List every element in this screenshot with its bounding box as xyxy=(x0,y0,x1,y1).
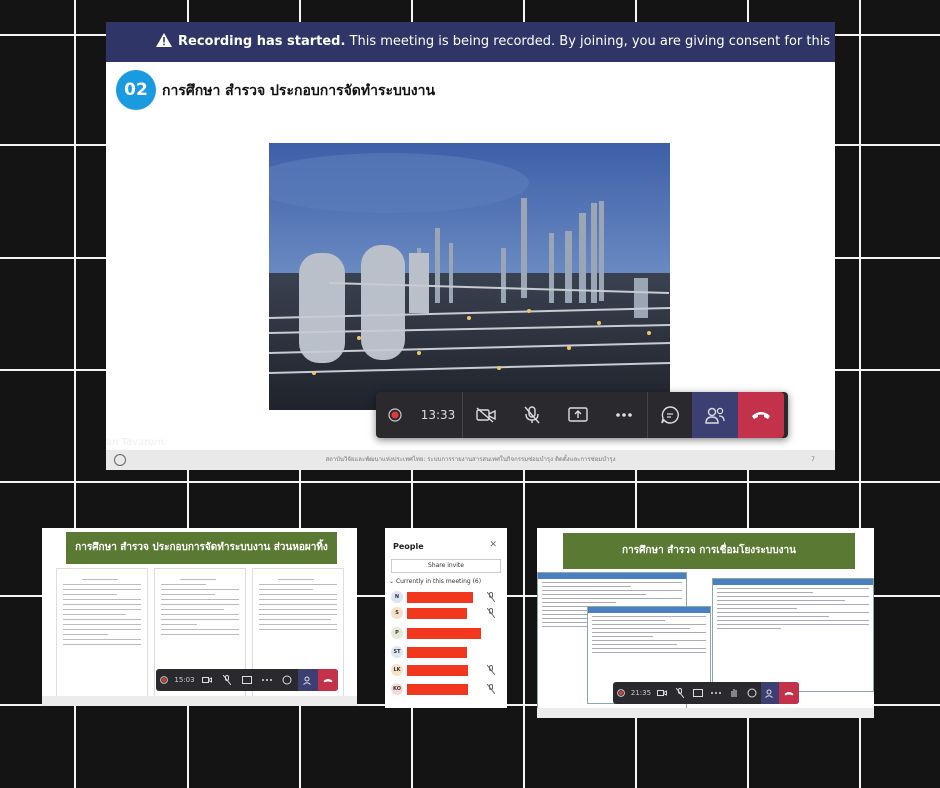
thumbnail-slide-title: การศึกษา สำรวจ การเชื่อมโยงระบบงาน xyxy=(563,533,855,569)
participant-row[interactable]: S xyxy=(391,607,501,621)
more-icon xyxy=(707,682,725,704)
thumbnail-slide-title: การศึกษา สำรวจ ประกอบการจัดทำระบบงาน ส่ว… xyxy=(66,532,337,564)
more-icon xyxy=(257,669,277,691)
avatar: N xyxy=(391,591,403,603)
camera-off-icon xyxy=(196,669,216,691)
slide-page-number: 7 xyxy=(811,456,815,463)
close-icon[interactable]: ✕ xyxy=(489,540,497,550)
avatar: P xyxy=(391,627,403,639)
shared-screen-thumbnail-right: การศึกษา สำรวจ การเชื่อมโยงระบบงาน 21:35 xyxy=(537,528,874,718)
people-panel-title: People xyxy=(393,542,424,551)
slide-footer-text: สถาบันวิจัยและพัฒนาแห่งประเทศไทย: ระบบกา… xyxy=(325,456,616,463)
share-screen-icon xyxy=(237,669,257,691)
record-icon[interactable] xyxy=(376,392,414,438)
participant-row[interactable]: ST xyxy=(391,646,501,660)
chat-icon[interactable] xyxy=(648,392,692,438)
share-invite-label: Share invite xyxy=(428,562,464,569)
slide-number-badge: 02 xyxy=(116,70,156,110)
redacted-name xyxy=(407,628,481,639)
slide-footer: สถาบันวิจัยและพัฒนาแห่งประเทศไทย: ระบบกา… xyxy=(106,450,835,470)
chat-icon xyxy=(277,669,297,691)
meeting-control-bar: 13:33 xyxy=(376,392,788,438)
hang-up-icon xyxy=(779,682,800,704)
chevron-down-icon: ⌄ xyxy=(389,578,396,585)
meeting-timer: 13:33 xyxy=(420,408,456,422)
mic-off-icon xyxy=(487,684,495,694)
record-icon xyxy=(156,669,173,691)
more-icon[interactable] xyxy=(601,392,647,438)
recording-banner-title: Recording has started. xyxy=(178,34,346,49)
thumbnail-footer xyxy=(537,708,874,718)
participant-row[interactable]: KO xyxy=(391,683,501,697)
redacted-name xyxy=(407,665,468,676)
refinery-photo xyxy=(269,143,670,410)
chat-icon xyxy=(743,682,761,704)
record-icon xyxy=(613,682,629,704)
participants-section-header[interactable]: ⌄ Currently in this meeting (6) xyxy=(389,578,481,585)
mic-off-icon xyxy=(487,608,495,618)
redacted-name xyxy=(407,608,467,619)
people-icon xyxy=(297,669,318,691)
thumbnail-footer xyxy=(42,696,357,706)
share-screen-icon[interactable] xyxy=(555,392,601,438)
avatar: ST xyxy=(391,646,403,658)
raise-hand-icon xyxy=(725,682,743,704)
participants-section-label: Currently in this meeting (6) xyxy=(395,578,482,585)
people-icon xyxy=(761,682,780,704)
document-page xyxy=(56,568,148,697)
shared-screen-thumbnail-left: การศึกษา สำรวจ ประกอบการจัดทำระบบงาน ส่ว… xyxy=(42,528,357,706)
redacted-name xyxy=(407,647,467,658)
share-screen-icon xyxy=(689,682,707,704)
avatar: KO xyxy=(391,683,403,695)
participant-name-label: an Tavarom xyxy=(106,437,165,448)
mic-off-icon xyxy=(671,682,689,704)
avatar: S xyxy=(391,607,403,619)
mic-off-icon[interactable] xyxy=(509,392,555,438)
redacted-name xyxy=(407,684,468,695)
warning-icon xyxy=(156,33,172,47)
recording-banner-text: This meeting is being recorded. By joini… xyxy=(349,34,835,49)
mic-off-icon xyxy=(487,592,495,602)
participant-row[interactable]: N xyxy=(391,591,501,605)
share-invite-button[interactable]: Share invite xyxy=(391,559,501,573)
redacted-name xyxy=(407,592,473,603)
thumbnail-timer: 15:03 xyxy=(174,676,195,684)
thumbnail-timer: 21:35 xyxy=(630,689,652,697)
camera-off-icon xyxy=(653,682,671,704)
people-panel: People ✕ Share invite ⌄ Currently in thi… xyxy=(385,528,507,708)
mic-off-icon xyxy=(487,665,495,675)
editor-window xyxy=(712,578,874,692)
thumbnail-control-bar: 21:35 xyxy=(613,682,800,704)
recording-banner: Recording has started. This meeting is b… xyxy=(106,22,835,62)
camera-off-icon[interactable] xyxy=(463,392,509,438)
people-icon[interactable] xyxy=(692,392,738,438)
participant-row[interactable]: P xyxy=(391,627,501,641)
avatar: LK xyxy=(391,664,403,676)
hang-up-icon xyxy=(317,669,338,691)
slide-title: การศึกษา สำรวจ ประกอบการจัดทำระบบงาน xyxy=(162,83,436,99)
hang-up-icon[interactable] xyxy=(738,392,784,438)
footer-logo-icon xyxy=(114,454,126,466)
thumbnail-control-bar: 15:03 xyxy=(156,669,338,691)
mic-off-icon xyxy=(217,669,237,691)
participant-row[interactable]: LK xyxy=(391,664,501,678)
